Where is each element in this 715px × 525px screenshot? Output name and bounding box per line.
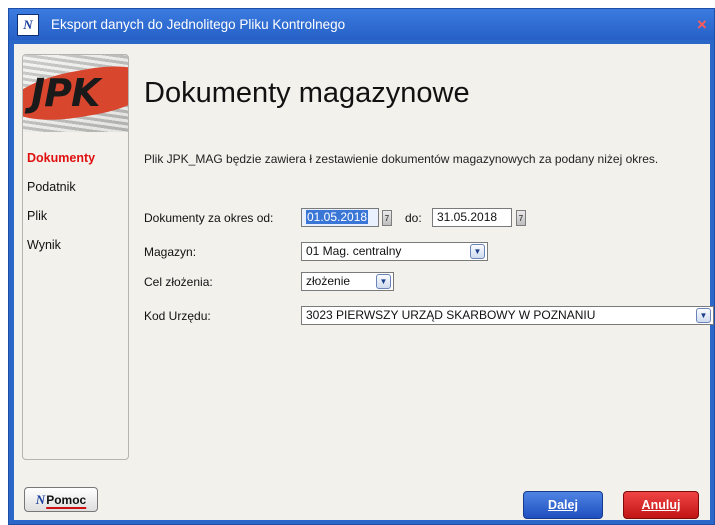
step-wynik[interactable]: Wynik bbox=[27, 238, 95, 267]
chevron-down-icon[interactable]: ▼ bbox=[470, 244, 485, 259]
jpk-logo: JPK bbox=[23, 55, 128, 132]
title-bar: N Eksport danych do Jednolitego Pliku Ko… bbox=[9, 9, 714, 40]
date-from-value: 01.05.2018 bbox=[306, 210, 369, 224]
cancel-button[interactable]: Anuluj bbox=[623, 491, 699, 519]
warehouse-value: 01 Mag. centralny bbox=[306, 244, 402, 258]
chevron-down-icon[interactable]: ▼ bbox=[696, 308, 711, 323]
warehouse-label: Magazyn: bbox=[144, 245, 197, 259]
window-title: Eksport danych do Jednolitego Pliku Kont… bbox=[51, 17, 346, 32]
page-description: Plik JPK_MAG będzie zawiera ł zestawieni… bbox=[144, 152, 659, 166]
date-to-label: do: bbox=[405, 211, 422, 225]
dialog-window: N Eksport danych do Jednolitego Pliku Ko… bbox=[8, 8, 715, 525]
wizard-steps-panel: JPK Dokumenty Podatnik Plik Wynik bbox=[22, 54, 129, 460]
purpose-value: złożenie bbox=[306, 274, 351, 288]
wizard-steps: Dokumenty Podatnik Plik Wynik bbox=[27, 151, 95, 267]
help-label: Pomoc bbox=[46, 492, 87, 507]
close-icon[interactable]: × bbox=[690, 13, 714, 37]
office-value: 3023 PIERWSZY URZĄD SKARBOWY W POZNANIU bbox=[306, 308, 596, 322]
step-plik[interactable]: Plik bbox=[27, 209, 95, 238]
purpose-select[interactable]: złożenie ▼ bbox=[301, 272, 394, 291]
dialog-body: JPK Dokumenty Podatnik Plik Wynik Dokume… bbox=[14, 44, 714, 520]
help-button[interactable]: N Pomoc bbox=[24, 487, 98, 512]
warehouse-select[interactable]: 01 Mag. centralny ▼ bbox=[301, 242, 488, 261]
chevron-down-icon[interactable]: ▼ bbox=[376, 274, 391, 289]
logo-text: JPK bbox=[31, 71, 100, 115]
help-logo-icon: N bbox=[35, 491, 46, 507]
date-to-field[interactable]: 31.05.2018 bbox=[432, 208, 512, 227]
office-select[interactable]: 3023 PIERWSZY URZĄD SKARBOWY W POZNANIU … bbox=[301, 306, 714, 325]
office-label: Kod Urzędu: bbox=[144, 309, 211, 323]
app-logo-icon: N bbox=[17, 13, 39, 36]
period-label: Dokumenty za okres od: bbox=[144, 211, 274, 225]
step-dokumenty[interactable]: Dokumenty bbox=[27, 151, 95, 180]
step-podatnik[interactable]: Podatnik bbox=[27, 180, 95, 209]
date-from-field[interactable]: 01.05.2018 bbox=[301, 208, 379, 227]
next-button[interactable]: Dalej bbox=[523, 491, 603, 519]
page-title: Dokumenty magazynowe bbox=[144, 77, 470, 109]
calendar-to-icon[interactable]: 7 bbox=[516, 210, 526, 226]
calendar-from-icon[interactable]: 7 bbox=[382, 210, 392, 226]
purpose-label: Cel złożenia: bbox=[144, 275, 213, 289]
